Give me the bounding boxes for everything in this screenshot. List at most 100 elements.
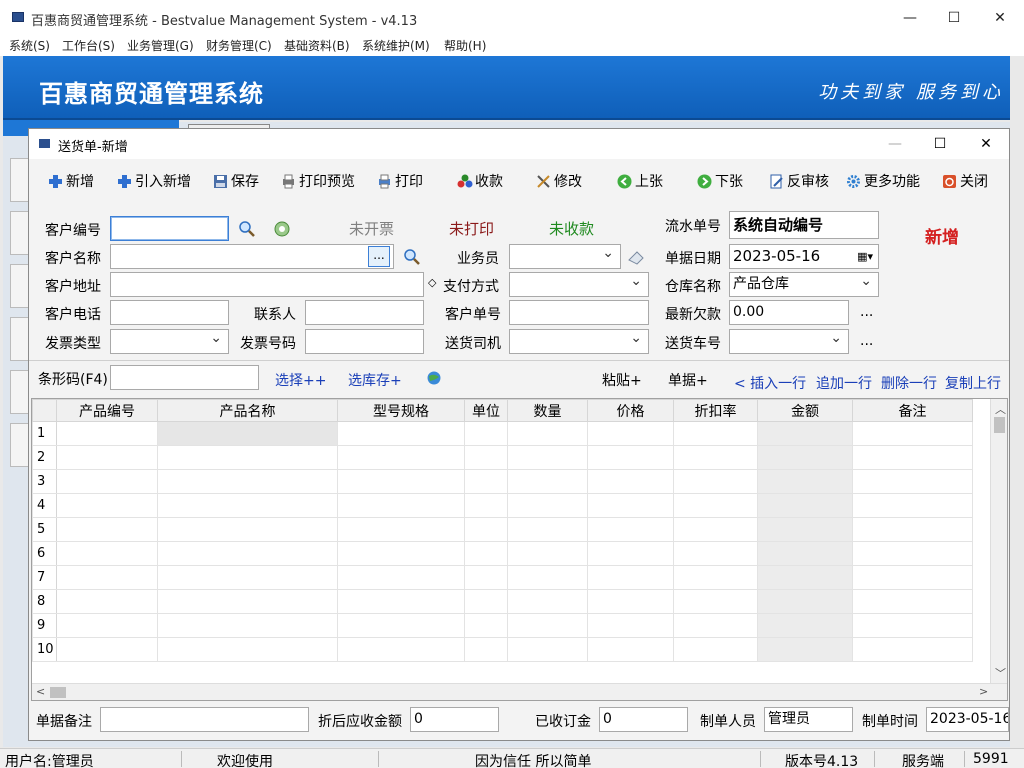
grid-cell[interactable] — [757, 421, 853, 446]
grid-cell[interactable] — [464, 589, 508, 614]
grid-cell[interactable] — [757, 565, 853, 590]
grid-cell[interactable] — [507, 445, 588, 470]
vehicle-more[interactable]: ... — [860, 333, 873, 349]
minimize-button[interactable]: — — [887, 0, 933, 36]
contact-input[interactable] — [305, 300, 424, 325]
driver-select[interactable] — [509, 329, 649, 354]
paste-button[interactable]: 粘贴+ — [602, 370, 642, 390]
modify-button[interactable]: 修改 — [536, 172, 582, 190]
grid-cell[interactable] — [587, 421, 674, 446]
grid-cell[interactable] — [757, 469, 853, 494]
grid-cell[interactable] — [337, 637, 465, 662]
column-header[interactable]: 价格 — [587, 399, 674, 422]
vehicle-select[interactable] — [729, 329, 849, 354]
grid-cell[interactable] — [852, 445, 973, 470]
close-dialog-button[interactable]: 关闭 — [942, 172, 988, 190]
print-preview-button[interactable]: 打印预览 — [281, 172, 355, 190]
menu-finance[interactable]: 财务管理(C) — [206, 37, 272, 54]
menu-system[interactable]: 系统(S) — [9, 37, 50, 54]
grid-cell[interactable] — [56, 517, 158, 542]
grid-cell[interactable] — [157, 637, 338, 662]
grid-cell[interactable] — [507, 637, 588, 662]
import-new-button[interactable]: 引入新增 — [117, 172, 191, 190]
grid-cell[interactable] — [587, 445, 674, 470]
scroll-thumb[interactable] — [994, 417, 1005, 433]
refresh-icon[interactable] — [273, 220, 291, 238]
grid-cell[interactable] — [56, 493, 158, 518]
grid-cell[interactable] — [56, 637, 158, 662]
collect-button[interactable]: 收款 — [457, 172, 503, 190]
grid-cell[interactable] — [507, 541, 588, 566]
grid-cell[interactable] — [507, 421, 588, 446]
menu-help[interactable]: 帮助(H) — [444, 37, 486, 54]
grid-cell[interactable] — [464, 493, 508, 518]
new-button[interactable]: 新增 — [48, 172, 94, 190]
table-row[interactable]: 7 — [32, 565, 973, 590]
grid-cell[interactable] — [157, 541, 338, 566]
grid-cell[interactable] — [587, 541, 674, 566]
grid-cell[interactable] — [852, 637, 973, 662]
previous-button[interactable]: 上张 — [617, 172, 663, 190]
table-row[interactable]: 9 — [32, 613, 973, 638]
grid-cell[interactable] — [464, 445, 508, 470]
grid-cell[interactable] — [337, 445, 465, 470]
column-header[interactable]: 型号规格 — [337, 399, 465, 422]
grid-cell[interactable] — [673, 469, 758, 494]
grid-cell[interactable] — [757, 517, 853, 542]
grid-cell[interactable] — [337, 565, 465, 590]
grid-cell[interactable] — [337, 469, 465, 494]
scroll-left-icon[interactable]: < — [36, 685, 45, 698]
grid-cell[interactable] — [157, 445, 338, 470]
grid-cell[interactable] — [157, 565, 338, 590]
grid-cell[interactable] — [757, 493, 853, 518]
grid-cell[interactable] — [852, 493, 973, 518]
grid-cell[interactable] — [464, 637, 508, 662]
grid-cell[interactable] — [757, 613, 853, 638]
grid-cell[interactable] — [757, 589, 853, 614]
column-header[interactable]: 金额 — [757, 399, 853, 422]
grid-cell[interactable] — [852, 421, 973, 446]
calendar-icon[interactable]: ▦▾ — [857, 245, 873, 268]
close-button[interactable]: ✕ — [977, 0, 1023, 36]
grid-cell[interactable] — [852, 517, 973, 542]
menu-basic-data[interactable]: 基础资料(B) — [284, 37, 350, 54]
invoice-type-select[interactable] — [110, 329, 229, 354]
more-functions-button[interactable]: 更多功能 — [846, 172, 920, 190]
grid-cell[interactable] — [337, 517, 465, 542]
grid-cell[interactable] — [673, 493, 758, 518]
customer-lookup-button[interactable]: ... — [368, 246, 390, 267]
grid-cell[interactable] — [507, 469, 588, 494]
grid-cell[interactable] — [337, 493, 465, 518]
grid-cell[interactable] — [673, 541, 758, 566]
grid-cell[interactable] — [587, 589, 674, 614]
grid-cell[interactable] — [337, 421, 465, 446]
customer-name-input[interactable] — [110, 244, 394, 269]
grid-cell[interactable] — [464, 469, 508, 494]
append-row-link[interactable]: 追加一行 — [816, 373, 872, 393]
grid-cell[interactable] — [157, 493, 338, 518]
next-button[interactable]: 下张 — [697, 172, 743, 190]
eraser-icon[interactable] — [627, 248, 645, 266]
side-button[interactable] — [10, 211, 30, 255]
latest-debt-more[interactable]: ... — [860, 304, 873, 320]
table-row[interactable]: 2 — [32, 445, 973, 470]
search-icon[interactable] — [403, 248, 421, 266]
column-header[interactable]: 备注 — [852, 399, 973, 422]
column-header[interactable]: 产品名称 — [157, 399, 338, 422]
grid-cell[interactable] — [673, 637, 758, 662]
grid-cell[interactable] — [464, 421, 508, 446]
grid-cell[interactable] — [56, 421, 158, 446]
maximize-button[interactable]: ☐ — [931, 0, 977, 36]
grid-cell[interactable] — [507, 589, 588, 614]
table-row[interactable]: 10 — [32, 637, 973, 662]
scroll-right-icon[interactable]: > — [979, 685, 988, 698]
doc-button[interactable]: 单据+ — [668, 370, 708, 390]
print-button[interactable]: 打印 — [377, 172, 423, 190]
grid-cell[interactable] — [56, 565, 158, 590]
grid-cell[interactable] — [757, 541, 853, 566]
grid-cell[interactable] — [587, 613, 674, 638]
select-stock-link[interactable]: 选库存+ — [348, 370, 402, 390]
column-header[interactable]: 数量 — [507, 399, 588, 422]
grid-cell[interactable] — [673, 445, 758, 470]
grid-cell[interactable] — [587, 469, 674, 494]
